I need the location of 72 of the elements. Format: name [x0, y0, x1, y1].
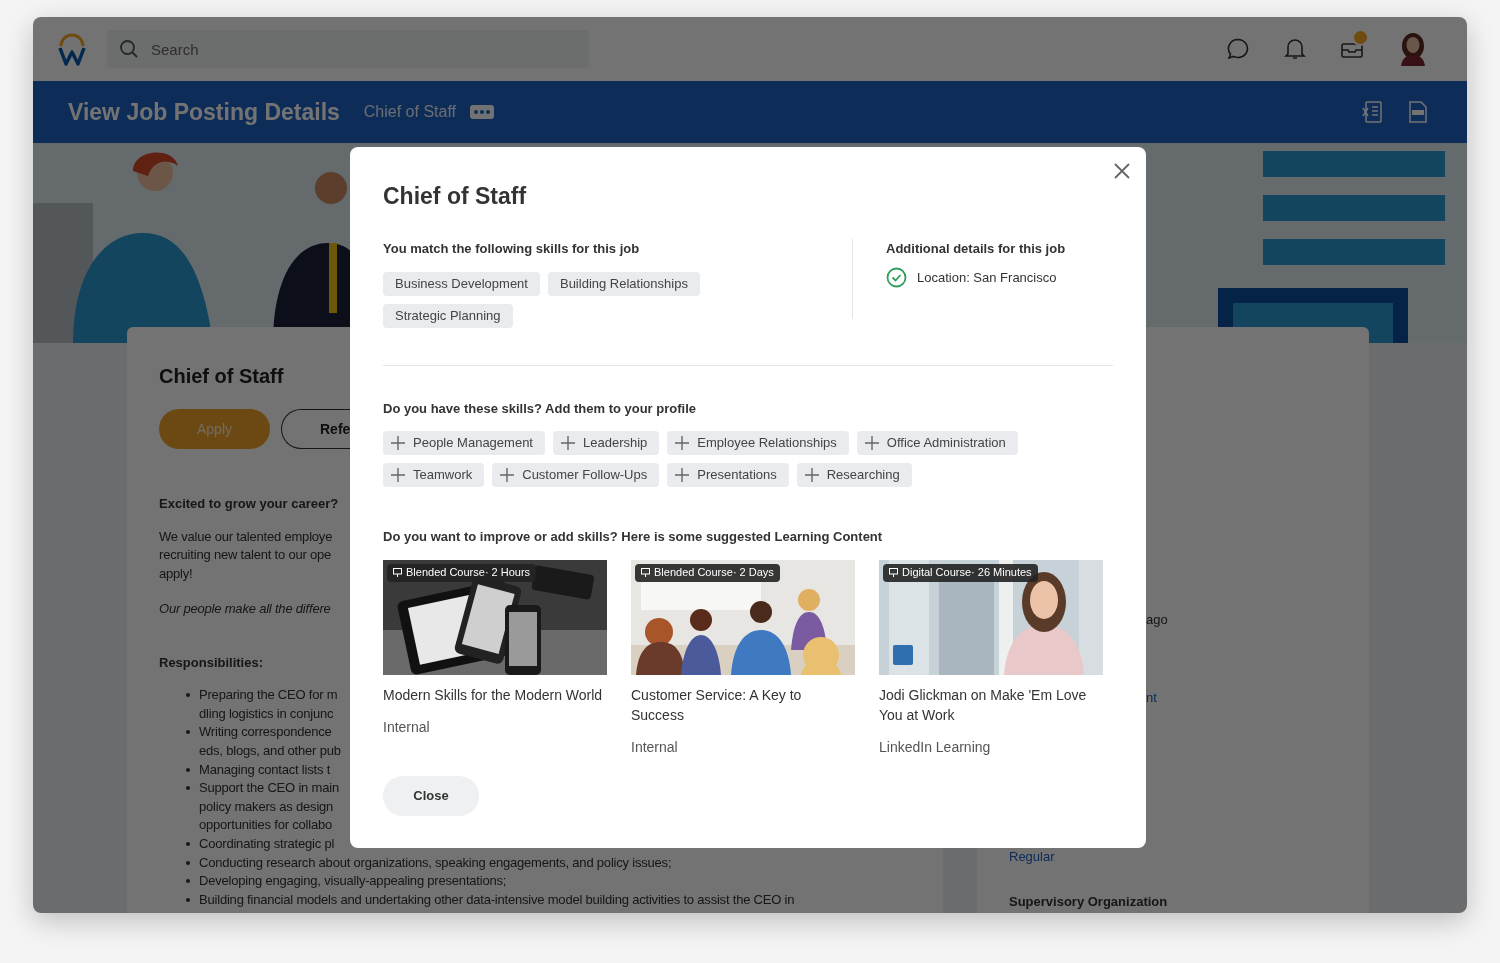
bullet-icon	[186, 897, 190, 902]
plus-icon	[391, 468, 405, 482]
more-icon[interactable]	[470, 105, 494, 119]
presentation-icon	[641, 568, 650, 577]
bullet-icon	[186, 879, 190, 884]
add-skill-button[interactable]: Employee Relationships	[667, 431, 849, 455]
skill-tag: Strategic Planning	[383, 304, 513, 328]
list-item: Preparing the CEO for m dling logistics in conjunc	[199, 686, 338, 723]
text-fragment: ago	[1146, 611, 1168, 629]
plus-icon	[561, 436, 575, 450]
add-skill-button[interactable]: Researching	[796, 463, 912, 487]
bell-icon[interactable]	[1284, 37, 1306, 61]
avatar[interactable]	[1398, 32, 1428, 66]
job-card-title: Chief of Staff	[159, 364, 285, 389]
section-heading: Additional details for this job	[886, 239, 1066, 258]
text-fragment: nt	[1146, 689, 1157, 707]
list-item: Support the CEO in main policy makers as design opportunities for collabo	[199, 779, 339, 835]
course-source: Internal	[631, 737, 679, 757]
section-heading: Excited to grow your career?	[159, 495, 340, 513]
skill-tag: Building Relationships	[547, 272, 700, 296]
bullet-icon	[186, 693, 190, 698]
bullet-icon	[186, 842, 190, 847]
section-heading: Do you want to improve or add skills? Here is some suggested Learning Content	[383, 528, 884, 546]
section-heading: Do you have these skills? Add them to your profile	[383, 399, 697, 418]
dialog-title: Chief of Staff	[383, 182, 528, 211]
course-title[interactable]: Customer Service: A Key to Success	[631, 684, 855, 725]
add-skill-button[interactable]: Presentations	[667, 463, 789, 487]
search-field[interactable]: Search	[107, 30, 589, 68]
bullet-icon	[186, 730, 190, 735]
plus-icon	[391, 436, 405, 450]
location-text: Location: San Francisco	[917, 268, 1057, 287]
spreadsheet-export-icon[interactable]	[1362, 101, 1382, 123]
plus-icon	[675, 436, 690, 450]
field-label: Supervisory Organization	[1009, 893, 1168, 911]
course-source: Internal	[383, 717, 431, 737]
close-icon[interactable]	[1114, 163, 1130, 179]
plus-icon	[804, 468, 819, 482]
list-item: Writing correspondence eds, blogs, and other pub	[199, 723, 341, 761]
course-source: LinkedIn Learning	[879, 737, 992, 757]
add-skill-button[interactable]: Office Administration	[856, 431, 1018, 455]
list-item: Coordinating strategic pl	[199, 835, 335, 854]
presentation-icon	[889, 568, 898, 577]
plus-icon	[864, 436, 879, 450]
bullet-icon	[186, 786, 190, 791]
add-skill-button[interactable]: Teamwork	[383, 463, 485, 487]
course-title[interactable]: Modern Skills for the Modern World	[383, 684, 607, 705]
list-item: Developing engaging, visually-appealing presentations;	[199, 872, 507, 891]
add-skill-button[interactable]: Leadership	[553, 431, 660, 455]
list-item: Managing contact lists t	[199, 760, 331, 779]
section-heading: You match the following skills for this job	[383, 239, 641, 258]
job-title: Chief of Staff	[363, 102, 456, 122]
bullet-icon	[186, 860, 190, 865]
paragraph: We value our talented employe recruiting new talent to our ope apply!	[159, 527, 333, 583]
add-skill-button[interactable]: People Management	[383, 431, 545, 455]
check-circle-icon	[886, 267, 907, 288]
tagline: Our people make all the differe	[159, 600, 331, 619]
notification-badge	[1352, 29, 1369, 46]
search-icon	[119, 39, 139, 59]
list-item: Building financial models and undertaking other data-intensive model building activities to assist the CEO in	[199, 890, 795, 909]
close-button[interactable]: Close	[383, 775, 479, 816]
list-item: Conducting research about organizations, speaking engagements, and policy issues;	[199, 853, 672, 872]
bullet-icon	[186, 767, 190, 772]
presentation-icon	[393, 568, 402, 577]
skill-tag: Business Development	[383, 272, 540, 296]
chat-icon[interactable]	[1226, 37, 1250, 61]
page-title: View Job Posting Details	[68, 97, 340, 127]
section-heading: Responsibilities:	[159, 653, 265, 672]
add-skill-button[interactable]: Customer Follow-Ups	[492, 463, 660, 487]
plus-icon	[500, 468, 515, 482]
plus-icon	[675, 468, 690, 482]
course-title[interactable]: Jodi Glickman on Make 'Em Love You at Work	[879, 684, 1103, 725]
logo-icon[interactable]	[58, 32, 86, 66]
